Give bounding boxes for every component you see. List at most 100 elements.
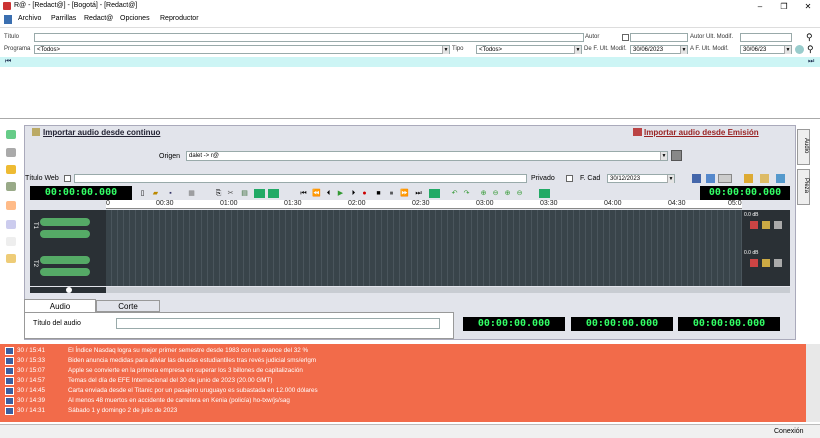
news-item[interactable]: 30 / 14:45 Carta enviada desde el Titanic… xyxy=(0,387,806,396)
record-icon[interactable]: ● xyxy=(360,189,369,198)
mix-icon[interactable] xyxy=(268,189,279,198)
stop-icon[interactable]: ■ xyxy=(374,189,383,198)
track1-solo-button[interactable] xyxy=(762,221,770,229)
autor-input[interactable] xyxy=(630,33,688,42)
maximize-button[interactable]: ❐ xyxy=(772,0,796,13)
add-icon[interactable] xyxy=(6,130,16,139)
news-item[interactable]: 30 / 14:39 Al menos 48 muertos en acciden… xyxy=(0,397,806,406)
news-item[interactable]: 30 / 15:07 Apple se convierte en la prime… xyxy=(0,367,806,376)
menu-redacta[interactable]: Redact@ xyxy=(84,15,113,22)
horizontal-scrollbar[interactable] xyxy=(106,287,790,293)
settings-icon[interactable] xyxy=(776,174,785,183)
paste-icon[interactable]: ▤ xyxy=(240,189,249,198)
list-icon[interactable] xyxy=(6,220,16,229)
titulo-web-input[interactable] xyxy=(74,174,527,183)
menu-reproductor[interactable]: Reproductor xyxy=(160,15,199,22)
pause-icon[interactable]: ⏸ xyxy=(387,189,396,198)
tab-audio[interactable]: Audio xyxy=(24,299,96,313)
new-icon[interactable]: ▯ xyxy=(138,189,147,198)
side-tab-audio[interactable]: Audio xyxy=(797,129,810,165)
undo-icon[interactable]: ↶ xyxy=(450,189,459,198)
skip-end-icon[interactable]: ⏭ xyxy=(414,189,423,198)
tab-corte[interactable]: Corte xyxy=(96,300,160,312)
first-page-icon[interactable]: ⏮ xyxy=(5,58,11,66)
track2-pan-slider[interactable] xyxy=(40,268,90,276)
privado-checkbox[interactable] xyxy=(566,175,573,182)
side-tab-pieza[interactable]: Pieza xyxy=(797,169,810,205)
autor-ult-input[interactable] xyxy=(740,33,792,42)
waveform-area[interactable] xyxy=(106,210,742,286)
zoom-fit-icon[interactable]: ⊕ xyxy=(503,189,512,198)
news-item[interactable]: 30 / 14:31 Sábado 1 y domingo 2 de julio … xyxy=(0,407,806,416)
copy-icon[interactable]: ⎘ xyxy=(214,189,223,198)
level-meter-icon[interactable] xyxy=(539,189,550,198)
save-icon[interactable]: ▪ xyxy=(166,189,175,198)
tipo-select[interactable]: <Todos> ▼ xyxy=(476,45,582,54)
import-emision-link[interactable]: Importar audio desde Emisión xyxy=(644,128,759,137)
step-back-icon[interactable]: ⏴ xyxy=(324,189,333,198)
news-item[interactable]: 30 / 15:41 El Índice Nasdaq logra su mejo… xyxy=(0,347,806,356)
menu-parrillas[interactable]: Parrillas xyxy=(51,15,76,22)
titulo-input[interactable] xyxy=(34,33,584,42)
track2-volume-slider[interactable] xyxy=(40,256,90,264)
paper-icon[interactable] xyxy=(6,237,16,246)
play-icon[interactable]: ▶ xyxy=(336,189,345,198)
zoom-out-icon[interactable]: ⊖ xyxy=(491,189,500,198)
track2-lock-button[interactable] xyxy=(774,259,782,267)
open-icon[interactable]: ▰ xyxy=(151,189,160,198)
import-continuo-link[interactable]: Importar audio desde continuo xyxy=(43,128,160,137)
document-icon[interactable] xyxy=(6,182,16,191)
redo-icon[interactable]: ↷ xyxy=(462,189,471,198)
export-icon[interactable] xyxy=(760,174,769,183)
tool-icon[interactable] xyxy=(6,148,16,157)
news-scrollbar[interactable] xyxy=(806,344,820,422)
search-icon[interactable]: ⚲ xyxy=(807,44,814,55)
programa-select[interactable]: <Todos> ▼ xyxy=(34,45,450,54)
titulo-web-checkbox[interactable] xyxy=(64,175,71,182)
cut-icon[interactable]: ✂ xyxy=(226,189,235,198)
track1-mute-button[interactable] xyxy=(750,221,758,229)
news-item[interactable]: 30 / 14:57 Temas del día de EFE Internaci… xyxy=(0,377,806,386)
note-icon[interactable] xyxy=(6,201,16,210)
marker-icon[interactable] xyxy=(429,189,440,198)
track1-pan-slider[interactable] xyxy=(40,230,90,238)
options-dropdown-icon[interactable] xyxy=(718,174,732,183)
rewind-icon[interactable]: ⏪ xyxy=(312,189,321,198)
close-button[interactable]: ✕ xyxy=(796,0,820,13)
track2-solo-button[interactable] xyxy=(762,259,770,267)
folder-icon[interactable] xyxy=(744,174,753,183)
results-list[interactable] xyxy=(0,67,820,119)
autor-checkbox[interactable] xyxy=(622,34,629,41)
fcad-picker[interactable]: 30/12/2023 ▼ xyxy=(607,174,675,183)
last-page-icon[interactable]: ⏭ xyxy=(808,58,814,66)
step-forward-icon[interactable]: ⏵ xyxy=(349,189,358,198)
zoom-slider-thumb[interactable] xyxy=(66,287,72,293)
clear-icon[interactable] xyxy=(795,45,804,54)
fast-forward-icon[interactable]: ⏩ xyxy=(400,189,409,198)
skip-start-icon[interactable]: ⏮ xyxy=(299,189,308,198)
menu-opciones[interactable]: Opciones xyxy=(120,15,150,22)
track1-lock-button[interactable] xyxy=(774,221,782,229)
zoom-all-icon[interactable]: ⊖ xyxy=(515,189,524,198)
folder-open-icon[interactable] xyxy=(6,254,16,263)
search-icon[interactable]: ⚲ xyxy=(806,32,813,43)
track1-volume-slider[interactable] xyxy=(40,218,90,226)
view-icon[interactable] xyxy=(692,174,701,183)
titulo-audio-input[interactable] xyxy=(116,318,440,329)
list-view-icon[interactable] xyxy=(706,174,715,183)
zoom-slider[interactable] xyxy=(30,287,106,293)
chevron-down-icon: ▼ xyxy=(574,46,581,54)
grid-icon[interactable]: ▦ xyxy=(187,189,196,198)
menu-archivo[interactable]: Archivo xyxy=(18,15,41,22)
minimize-button[interactable]: – xyxy=(748,0,772,13)
origen-config-icon[interactable] xyxy=(671,150,682,161)
folder-icon[interactable] xyxy=(6,165,16,174)
origen-select[interactable]: dalet -> r@ ▼ xyxy=(186,151,668,161)
a-fecha-picker[interactable]: 30/06/23 ▼ xyxy=(740,45,792,54)
insert-icon[interactable] xyxy=(254,189,265,198)
news-item[interactable]: 30 / 15:33 Biden anuncia medidas para ali… xyxy=(0,357,806,366)
zoom-in-icon[interactable]: ⊕ xyxy=(479,189,488,198)
timeline-ruler[interactable]: 0 00:30 01:00 01:30 02:00 02:30 03:00 03… xyxy=(106,200,742,209)
track2-mute-button[interactable] xyxy=(750,259,758,267)
de-fecha-picker[interactable]: 30/06/2023 ▼ xyxy=(630,45,688,54)
